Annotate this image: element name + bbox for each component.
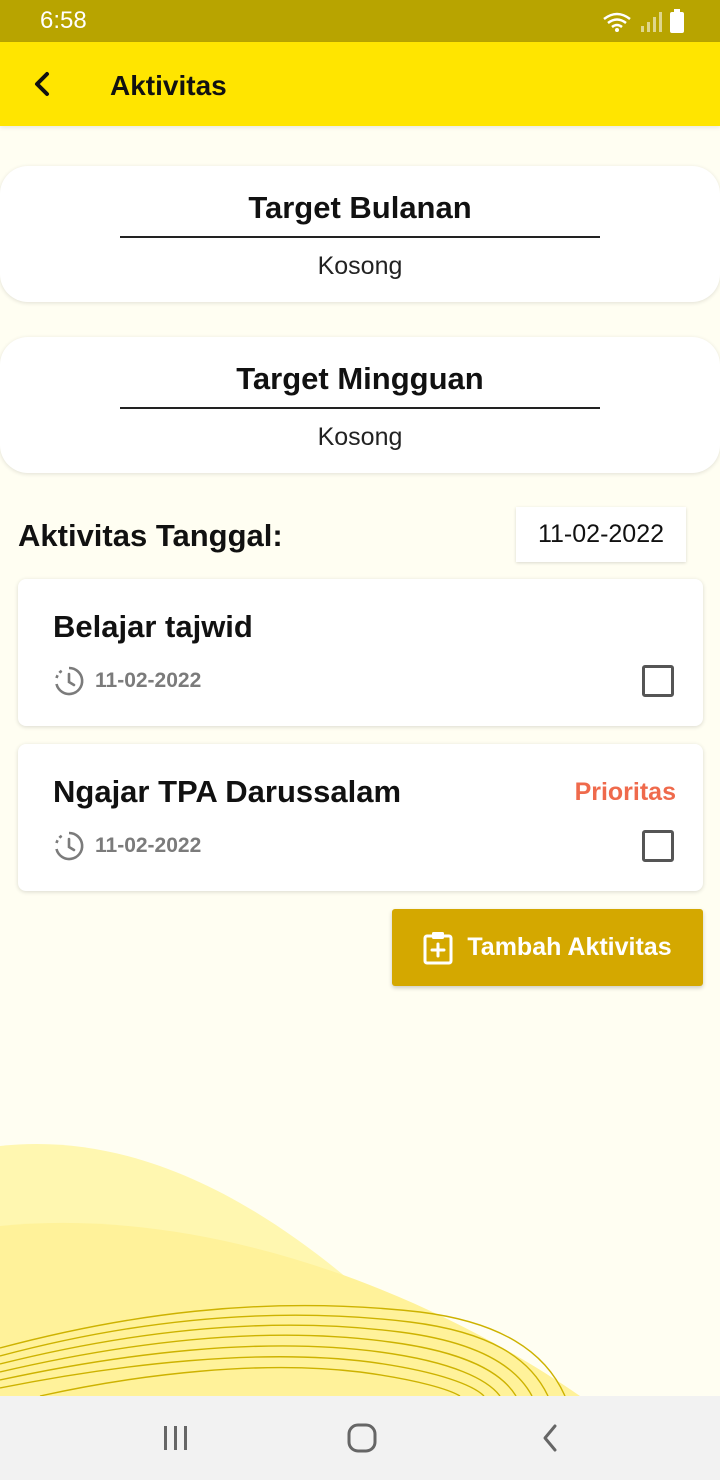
home-button[interactable] <box>340 1418 384 1458</box>
recent-apps-button[interactable] <box>154 1418 198 1458</box>
activity-date: 11-02-2022 <box>95 669 202 692</box>
nav-back-button[interactable] <box>528 1418 572 1458</box>
date-section-label: Aktivitas Tanggal: <box>18 518 283 553</box>
clipboard-plus-icon <box>423 931 453 964</box>
target-title: Target Bulanan <box>248 190 472 225</box>
page-title: Aktivitas <box>110 70 227 101</box>
weekly-target-card: Target Mingguan Kosong <box>0 337 720 473</box>
status-bar: 6:58 <box>0 0 720 42</box>
signal-icon <box>641 12 662 32</box>
activity-name: Belajar tajwid <box>53 609 253 644</box>
clock-history-icon <box>55 831 84 861</box>
divider <box>120 236 600 238</box>
activity-checkbox[interactable] <box>642 830 674 862</box>
monthly-target-card: Target Bulanan Kosong <box>0 166 720 302</box>
home-icon <box>347 1423 377 1453</box>
activity-date-row: 11-02-2022 <box>53 665 201 697</box>
target-title: Target Mingguan <box>236 361 484 396</box>
app-bar: Aktivitas <box>0 42 720 126</box>
activity-date-row: 11-02-2022 <box>53 830 201 862</box>
status-icons <box>602 9 684 33</box>
target-value: Kosong <box>317 252 403 280</box>
recent-apps-icon <box>164 1426 187 1450</box>
activity-date: 11-02-2022 <box>95 834 202 857</box>
date-picker[interactable]: 11-02-2022 <box>516 507 686 562</box>
wifi-icon <box>603 12 631 32</box>
activity-checkbox[interactable] <box>642 665 674 697</box>
back-button[interactable] <box>22 64 62 104</box>
priority-badge: Prioritas <box>574 778 676 806</box>
add-activity-label: Tambah Aktivitas <box>467 933 672 961</box>
activity-card[interactable]: Ngajar TPA Darussalam Prioritas 11-02-20… <box>18 744 703 891</box>
activity-name: Ngajar TPA Darussalam <box>53 774 402 809</box>
navigation-bar <box>0 1396 720 1480</box>
target-value: Kosong <box>317 423 403 451</box>
add-activity-button[interactable]: Tambah Aktivitas <box>392 909 703 986</box>
arrow-left-icon <box>35 72 49 96</box>
activity-card[interactable]: Belajar tajwid 11-02-2022 <box>18 579 703 726</box>
status-time: 6:58 <box>40 7 87 34</box>
divider <box>120 407 600 409</box>
clock-history-icon <box>55 666 84 696</box>
chevron-left-icon <box>543 1424 557 1452</box>
battery-icon <box>670 9 684 33</box>
